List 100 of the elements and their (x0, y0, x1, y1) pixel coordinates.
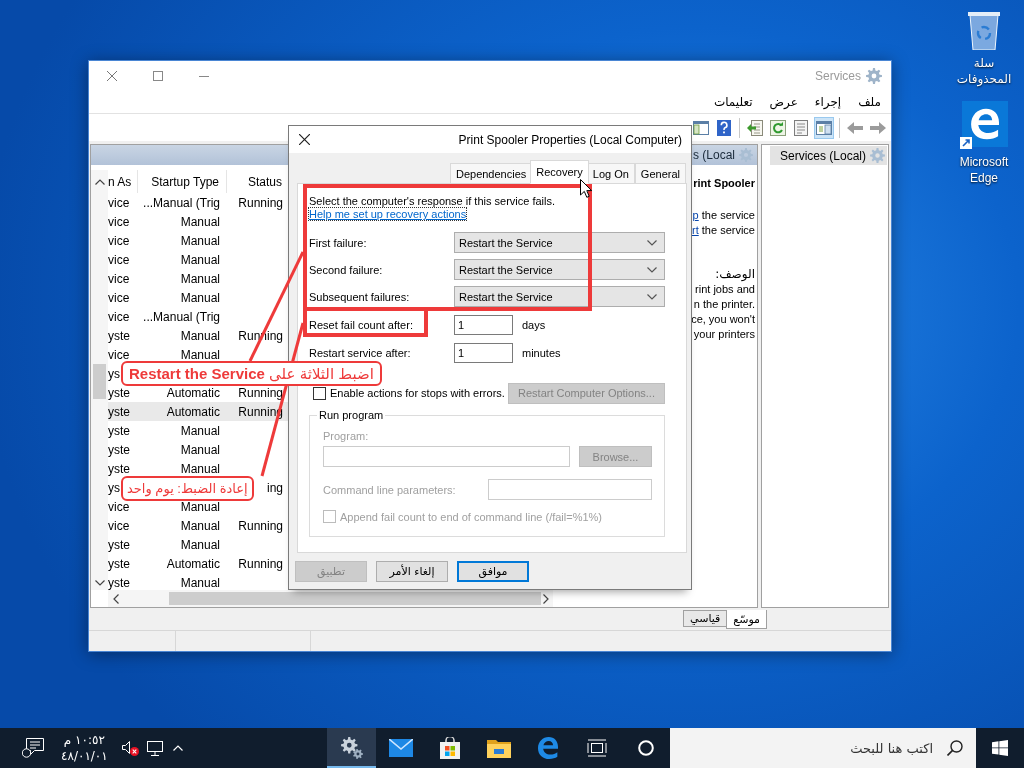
table-cell: yste (108, 538, 130, 551)
circle-icon (637, 740, 654, 756)
ok-button[interactable]: موافق (457, 561, 529, 582)
chevron-up-icon[interactable] (94, 179, 105, 185)
tab[interactable]: Log On (586, 163, 635, 183)
gear-icon (870, 148, 885, 163)
number-field[interactable]: 1 (454, 343, 513, 363)
description-text: rint jobs and (695, 282, 755, 297)
table-cell: vice (108, 310, 130, 323)
table-cell: ys (108, 367, 120, 380)
tree-item[interactable]: Services (Local) (770, 146, 887, 165)
scrollbar-thumb[interactable] (169, 592, 541, 605)
checkbox-label: Enable actions for stops with errors. (330, 387, 505, 399)
callout: إعادة الضبط: يوم واحد (121, 476, 254, 501)
maximize-icon (153, 71, 163, 81)
tab[interactable]: Dependencies (449, 163, 533, 183)
table-cell: yste (108, 405, 130, 418)
window-panel-icon (816, 120, 832, 135)
table-cell: yste (108, 557, 130, 570)
field-label: Second failure: (309, 263, 383, 276)
table-cell: ing (267, 481, 283, 494)
tab[interactable]: General (634, 163, 686, 183)
table-cell: Automatic (166, 557, 220, 570)
taskbar-button[interactable] (327, 728, 376, 768)
table-cell: Manual (180, 500, 220, 513)
field-label: Subsequent failures: (309, 290, 410, 303)
dropdown[interactable]: Restart the Service (454, 259, 665, 280)
table-cell: vice (108, 215, 130, 228)
windows-logo-icon (992, 740, 1008, 756)
table-cell: Manual (180, 462, 220, 475)
description-text: your printers (693, 327, 755, 342)
number-field[interactable]: 1 (454, 315, 513, 335)
description-text: ce, you won't (691, 312, 755, 327)
close-icon (298, 134, 310, 145)
checkbox-label: Append fail count to end of command line (/fail=%1%) (340, 510, 602, 523)
recycle-bin-icon[interactable] (968, 10, 1000, 50)
table-cell: Manual (180, 424, 220, 437)
minimize-icon (199, 75, 209, 77)
table-cell: vice (108, 196, 130, 209)
scrollbar[interactable] (91, 170, 108, 590)
menu-item[interactable]: ملف (858, 95, 881, 109)
chevron-down-icon (647, 266, 657, 273)
column-header[interactable]: Startup Type (138, 170, 227, 193)
table-cell: yste (108, 462, 130, 475)
pane-title: s (Local (692, 148, 735, 162)
action-link[interactable]: rt (692, 224, 699, 236)
table-cell: ...Manual (Trig (143, 196, 220, 209)
table-cell: Running (238, 386, 283, 399)
toolbar-button[interactable] (814, 116, 834, 139)
search-field[interactable]: اكتب هنا للبحث (670, 728, 976, 768)
chevron-up-icon (172, 745, 183, 751)
gear-icon (739, 148, 753, 162)
field-label: Reset fail count after: (309, 319, 413, 331)
scrollbar-thumb[interactable] (93, 364, 106, 399)
tab[interactable]: Recovery (530, 160, 589, 184)
help-link[interactable]: Help me set up recovery actions (309, 208, 467, 220)
table-cell: vice (108, 291, 130, 304)
field-label: Restart service after: (309, 347, 411, 359)
table-cell: Manual (180, 348, 220, 361)
scrollbar[interactable] (108, 590, 553, 607)
checkbox[interactable] (313, 386, 326, 400)
table-cell: vice (108, 234, 130, 247)
desktop-icon-label[interactable]: Microsoft Edge (946, 154, 1022, 186)
action-text: p the service (692, 208, 755, 223)
dropdown[interactable]: Restart the Service (454, 286, 665, 307)
table-cell: Running (238, 557, 283, 570)
chevron-left-icon[interactable] (113, 593, 119, 604)
table-cell: Manual (180, 215, 220, 228)
table-cell: Manual (180, 291, 220, 304)
gear-icon (866, 68, 882, 84)
table-cell: Manual (180, 519, 220, 532)
muted-speaker-icon (122, 740, 140, 756)
dialog-title: Print Spooler Properties (Local Computer) (458, 132, 682, 147)
chevron-right-icon[interactable] (543, 593, 549, 604)
clock-button[interactable]: ١٠:٥٢ م ٤٨/٠١/٠١ (54, 728, 115, 768)
unit-label: minutes (522, 347, 561, 359)
table-cell: Automatic (166, 405, 220, 418)
desktop-icon-label[interactable]: سلة المحذوفات (946, 55, 1022, 87)
table-cell: vice (108, 500, 130, 513)
folder-icon (486, 738, 511, 758)
mail-icon (388, 739, 413, 757)
right-arrow-icon (870, 121, 886, 134)
group-title: Run program (318, 409, 385, 422)
help-icon (717, 119, 731, 136)
close-icon (107, 71, 117, 81)
table-cell: Manual (180, 272, 220, 285)
browser-icon[interactable] (960, 101, 1008, 149)
column-header[interactable]: n As (108, 170, 138, 193)
notification-icon (22, 738, 44, 758)
table-cell: Manual (180, 443, 220, 456)
table-cell: Running (238, 196, 283, 209)
chevron-down-icon[interactable] (94, 580, 105, 586)
description-label: الوصف: (715, 267, 755, 282)
service-title: rint Spooler (693, 176, 755, 191)
menu-item[interactable]: إجراء (814, 95, 842, 109)
action-link[interactable]: p (692, 209, 699, 221)
dropdown[interactable]: Restart the Service (454, 232, 665, 253)
table-cell: yste (108, 576, 130, 589)
table-cell: yste (108, 329, 130, 342)
table-cell: yste (108, 443, 130, 456)
